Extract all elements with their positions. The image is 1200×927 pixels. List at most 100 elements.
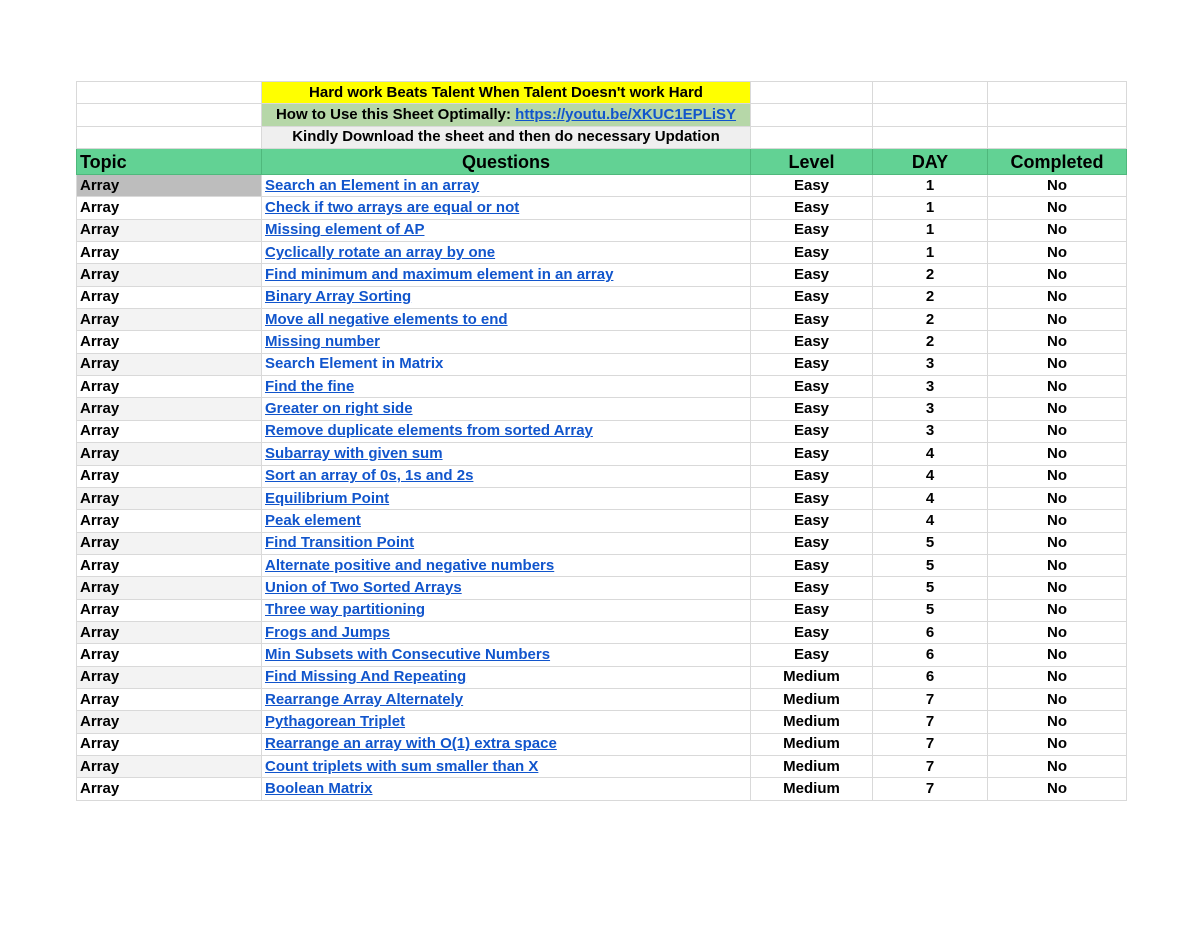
- question-link[interactable]: Binary Array Sorting: [265, 288, 411, 305]
- day-cell[interactable]: 6: [872, 665, 988, 689]
- day-cell[interactable]: 2: [872, 285, 988, 310]
- topic-cell[interactable]: Array: [76, 352, 262, 377]
- level-cell[interactable]: Medium: [750, 777, 873, 801]
- level-cell[interactable]: Easy: [750, 397, 873, 421]
- question-cell[interactable]: Pythagorean Triplet: [261, 710, 751, 734]
- day-cell[interactable]: 6: [872, 620, 988, 645]
- question-link[interactable]: Rearrange Array Alternately: [265, 691, 463, 708]
- level-cell[interactable]: Easy: [750, 330, 873, 354]
- completed-cell[interactable]: No: [987, 352, 1127, 377]
- question-link[interactable]: Search Element in Matrix: [265, 355, 443, 372]
- completed-cell[interactable]: No: [987, 598, 1127, 622]
- question-link[interactable]: Find minimum and maximum element in an a…: [265, 266, 613, 283]
- topic-cell[interactable]: Array: [76, 643, 262, 667]
- empty-cell[interactable]: [987, 125, 1127, 150]
- question-link[interactable]: Subarray with given sum: [265, 445, 443, 462]
- question-link[interactable]: Union of Two Sorted Arrays: [265, 579, 462, 596]
- motto-banner[interactable]: Hard work Beats Talent When Talent Doesn…: [261, 80, 751, 105]
- level-cell[interactable]: Easy: [750, 509, 873, 533]
- question-link[interactable]: Missing element of AP: [265, 221, 424, 238]
- level-cell[interactable]: Easy: [750, 285, 873, 310]
- topic-cell[interactable]: Array: [76, 464, 262, 488]
- level-cell[interactable]: Easy: [750, 486, 873, 511]
- completed-cell[interactable]: No: [987, 620, 1127, 645]
- question-cell[interactable]: Rearrange an array with O(1) extra space: [261, 732, 751, 756]
- question-link[interactable]: Missing number: [265, 333, 380, 350]
- level-cell[interactable]: Easy: [750, 643, 873, 667]
- day-cell[interactable]: 4: [872, 464, 988, 488]
- topic-cell[interactable]: Array: [76, 665, 262, 689]
- question-cell[interactable]: Subarray with given sum: [261, 442, 751, 466]
- level-cell[interactable]: Easy: [750, 598, 873, 622]
- day-cell[interactable]: 5: [872, 553, 988, 578]
- question-link[interactable]: Three way partitioning: [265, 601, 425, 618]
- completed-cell[interactable]: No: [987, 531, 1127, 555]
- question-cell[interactable]: Peak element: [261, 509, 751, 533]
- topic-cell[interactable]: Array: [76, 754, 262, 779]
- question-cell[interactable]: Boolean Matrix: [261, 777, 751, 801]
- day-cell[interactable]: 5: [872, 576, 988, 600]
- topic-cell[interactable]: Array: [76, 486, 262, 511]
- header-day[interactable]: DAY: [872, 148, 988, 176]
- completed-cell[interactable]: No: [987, 442, 1127, 466]
- empty-cell[interactable]: [76, 80, 262, 105]
- empty-cell[interactable]: [750, 103, 873, 127]
- question-cell[interactable]: Search Element in Matrix: [261, 352, 751, 377]
- level-cell[interactable]: Easy: [750, 576, 873, 600]
- day-cell[interactable]: 1: [872, 196, 988, 220]
- topic-cell[interactable]: Array: [76, 442, 262, 466]
- day-cell[interactable]: 2: [872, 330, 988, 354]
- question-cell[interactable]: Equilibrium Point: [261, 486, 751, 511]
- question-link[interactable]: Alternate positive and negative numbers: [265, 557, 554, 574]
- completed-cell[interactable]: No: [987, 285, 1127, 310]
- day-cell[interactable]: 4: [872, 509, 988, 533]
- question-link[interactable]: Frogs and Jumps: [265, 624, 390, 641]
- empty-cell[interactable]: [872, 80, 988, 105]
- topic-cell[interactable]: Array: [76, 576, 262, 600]
- topic-cell[interactable]: Array: [76, 397, 262, 421]
- level-cell[interactable]: Easy: [750, 263, 873, 287]
- question-link[interactable]: Pythagorean Triplet: [265, 713, 405, 730]
- question-cell[interactable]: Min Subsets with Consecutive Numbers: [261, 643, 751, 667]
- empty-cell[interactable]: [987, 80, 1127, 105]
- completed-cell[interactable]: No: [987, 687, 1127, 712]
- level-cell[interactable]: Easy: [750, 620, 873, 645]
- question-cell[interactable]: Cyclically rotate an array by one: [261, 241, 751, 265]
- day-cell[interactable]: 4: [872, 486, 988, 511]
- level-cell[interactable]: Easy: [750, 196, 873, 220]
- completed-cell[interactable]: No: [987, 174, 1127, 198]
- topic-cell[interactable]: Array: [76, 375, 262, 399]
- completed-cell[interactable]: No: [987, 732, 1127, 756]
- question-cell[interactable]: Rearrange Array Alternately: [261, 687, 751, 712]
- day-cell[interactable]: 7: [872, 710, 988, 734]
- topic-cell[interactable]: Array: [76, 218, 262, 243]
- completed-cell[interactable]: No: [987, 643, 1127, 667]
- question-link[interactable]: Min Subsets with Consecutive Numbers: [265, 646, 550, 663]
- empty-cell[interactable]: [987, 103, 1127, 127]
- question-link[interactable]: Find Transition Point: [265, 534, 414, 551]
- level-cell[interactable]: Easy: [750, 241, 873, 265]
- level-cell[interactable]: Medium: [750, 710, 873, 734]
- question-link[interactable]: Check if two arrays are equal or not: [265, 199, 519, 216]
- day-cell[interactable]: 3: [872, 375, 988, 399]
- question-link[interactable]: Find the fine: [265, 378, 354, 395]
- completed-cell[interactable]: No: [987, 263, 1127, 287]
- day-cell[interactable]: 7: [872, 777, 988, 801]
- question-cell[interactable]: Find Transition Point: [261, 531, 751, 555]
- empty-cell[interactable]: [872, 103, 988, 127]
- question-link[interactable]: Equilibrium Point: [265, 490, 389, 507]
- question-cell[interactable]: Remove duplicate elements from sorted Ar…: [261, 419, 751, 444]
- topic-cell[interactable]: Array: [76, 777, 262, 801]
- level-cell[interactable]: Easy: [750, 352, 873, 377]
- level-cell[interactable]: Easy: [750, 464, 873, 488]
- question-cell[interactable]: Search an Element in an array: [261, 174, 751, 198]
- question-cell[interactable]: Missing element of AP: [261, 218, 751, 243]
- topic-cell[interactable]: Array: [76, 330, 262, 354]
- question-link[interactable]: Cyclically rotate an array by one: [265, 244, 495, 261]
- day-cell[interactable]: 5: [872, 531, 988, 555]
- completed-cell[interactable]: No: [987, 218, 1127, 243]
- level-cell[interactable]: Easy: [750, 308, 873, 332]
- question-cell[interactable]: Union of Two Sorted Arrays: [261, 576, 751, 600]
- topic-cell[interactable]: Array: [76, 620, 262, 645]
- howto-video-link[interactable]: https://youtu.be/XKUC1EPLiSY: [515, 106, 736, 123]
